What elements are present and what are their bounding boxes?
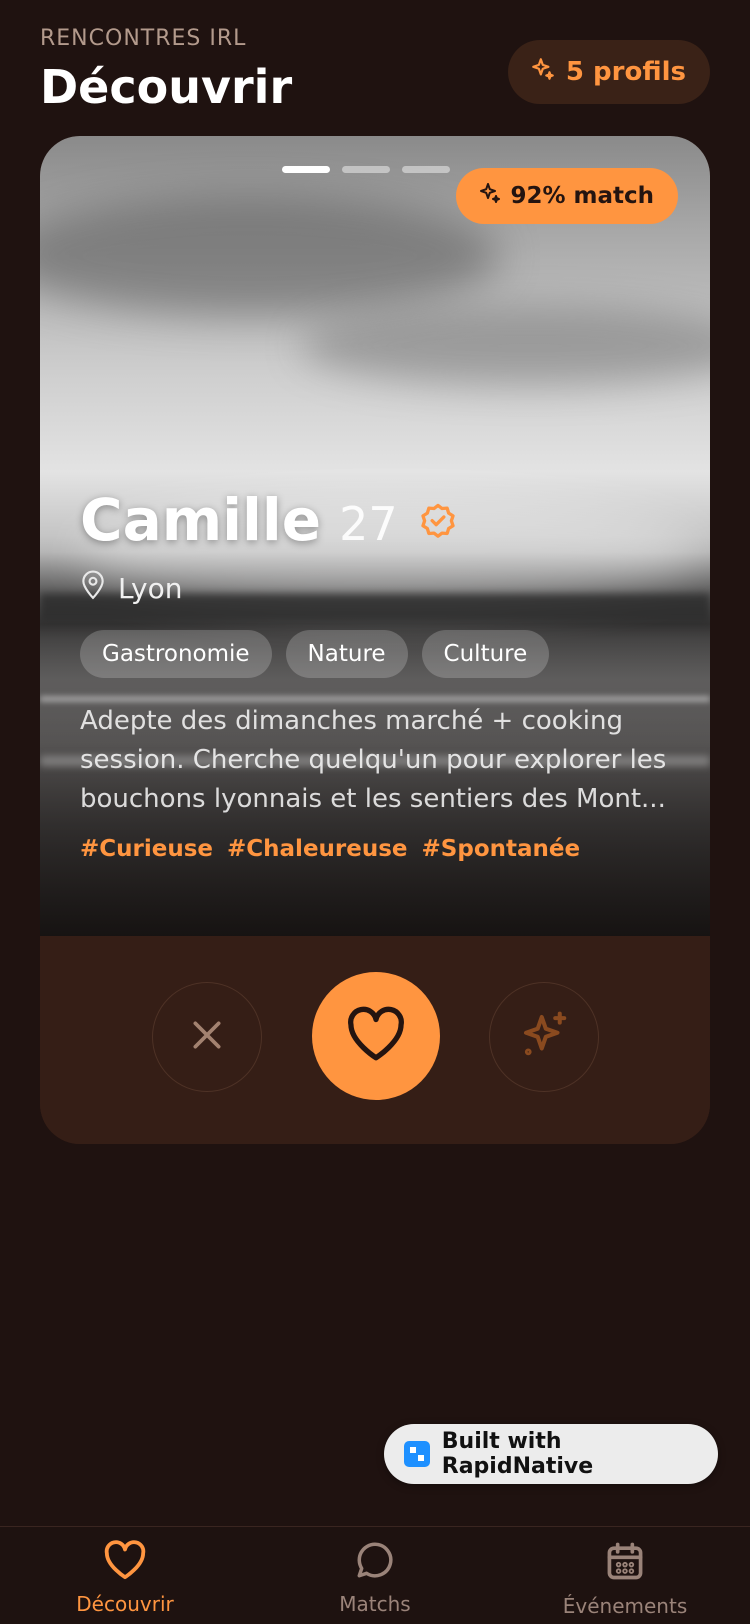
heart-icon xyxy=(344,1005,408,1067)
profile-bio: Adepte des dimanches marché + cooking se… xyxy=(80,706,667,814)
name-row: Camille 27 xyxy=(80,486,460,554)
calendar-icon xyxy=(603,1539,647,1588)
photo-dot-3[interactable] xyxy=(402,166,450,173)
interest-tag: Culture xyxy=(421,630,550,678)
like-button[interactable] xyxy=(312,972,440,1100)
photo-page-indicator xyxy=(282,166,450,173)
tab-discover[interactable]: Découvrir xyxy=(65,1539,185,1616)
profile-age: 27 xyxy=(339,497,398,551)
photo-dot-1[interactable] xyxy=(282,166,330,173)
sparkles-icon xyxy=(530,56,556,89)
chat-bubble-icon xyxy=(353,1539,397,1586)
hashtag: #Curieuse xyxy=(80,836,214,862)
sparkles-icon xyxy=(517,1008,571,1066)
card-actions xyxy=(40,936,710,1144)
built-with-badge[interactable]: Built with RapidNative xyxy=(384,1424,718,1484)
match-badge: 92% match xyxy=(456,168,678,224)
tab-label: Découvrir xyxy=(76,1592,174,1616)
location-label: Lyon xyxy=(118,572,183,605)
profiles-count-badge[interactable]: 5 profils xyxy=(507,40,710,104)
hashtags: #Curieuse #Chaleureuse #Spontanée xyxy=(80,836,580,862)
built-with-label: Built with RapidNative xyxy=(441,1429,594,1479)
photo-dot-2[interactable] xyxy=(342,166,390,173)
rapidnative-logo-icon xyxy=(404,1441,430,1467)
profile-name: Camille xyxy=(80,486,322,554)
close-icon xyxy=(187,1015,227,1059)
bottom-tab-bar: Découvrir Matchs Événements xyxy=(0,1526,750,1624)
page-title: Découvrir xyxy=(40,60,293,114)
verified-badge-icon xyxy=(416,499,460,547)
tab-events[interactable]: Événements xyxy=(555,1539,695,1618)
tab-label: Événements xyxy=(562,1594,688,1618)
hashtag: #Spontanée xyxy=(421,836,581,862)
eyebrow-label: RENCONTRES IRL xyxy=(40,26,247,51)
tab-label: Matchs xyxy=(339,1592,411,1616)
heart-icon xyxy=(102,1539,148,1586)
sparkles-icon xyxy=(478,181,502,211)
super-like-button[interactable] xyxy=(489,982,599,1092)
tab-matches[interactable]: Matchs xyxy=(315,1539,435,1616)
profiles-count-label: 5 profils xyxy=(565,57,686,87)
profile-card[interactable]: 92% match Camille 27 Lyon Gastronomie Na… xyxy=(40,136,710,1144)
pass-button[interactable] xyxy=(152,982,262,1092)
interest-tag: Nature xyxy=(285,630,408,678)
match-badge-label: 92% match xyxy=(510,183,654,209)
interest-tag: Gastronomie xyxy=(80,630,272,678)
location-row: Lyon xyxy=(80,570,182,607)
hashtag: #Chaleureuse xyxy=(227,836,408,862)
interest-tags: Gastronomie Nature Culture xyxy=(80,630,550,678)
map-pin-icon xyxy=(80,570,106,607)
